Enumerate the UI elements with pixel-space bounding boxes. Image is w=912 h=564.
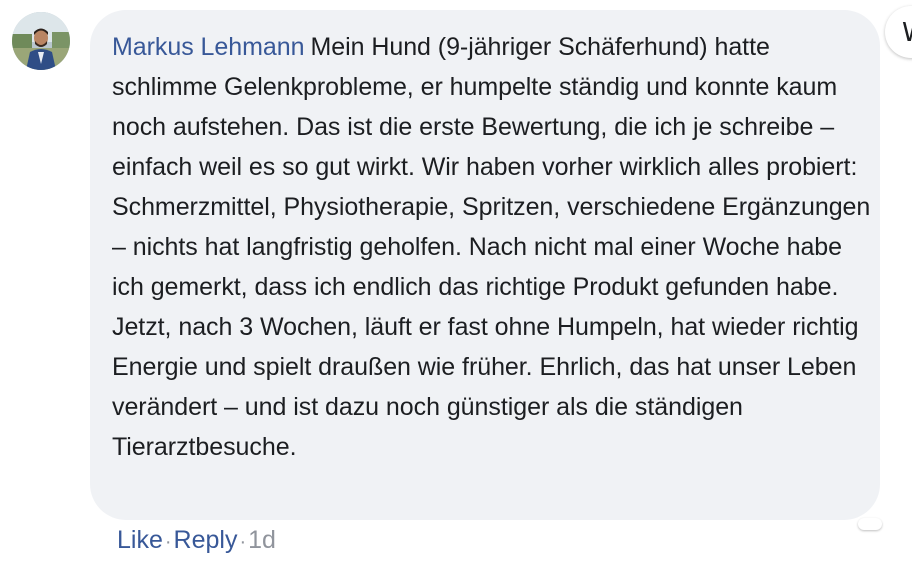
comment-body: Mein Hund (9-jähriger Schäferhund) hatte… <box>112 33 871 461</box>
author-avatar[interactable] <box>12 12 70 70</box>
separator-dot: · <box>239 531 247 553</box>
profile-glyph: W <box>902 18 912 48</box>
separator-dot: · <box>164 531 172 553</box>
partial-profile-icon[interactable]: W <box>885 6 912 58</box>
author-name-link[interactable]: Markus Lehmann <box>112 33 305 61</box>
comment-actions: Like ·Reply ·1d <box>117 522 276 560</box>
reaction-pill[interactable] <box>858 518 882 530</box>
like-link[interactable]: Like <box>117 526 163 554</box>
avatar-photo-icon <box>12 12 70 70</box>
comment-timestamp[interactable]: 1d <box>248 526 276 554</box>
comment-text: Markus Lehmann Mein Hund (9-jähriger Schä… <box>112 27 872 467</box>
reply-link[interactable]: Reply <box>174 526 238 554</box>
comment: Markus Lehmann Mein Hund (9-jähriger Schä… <box>0 0 912 564</box>
